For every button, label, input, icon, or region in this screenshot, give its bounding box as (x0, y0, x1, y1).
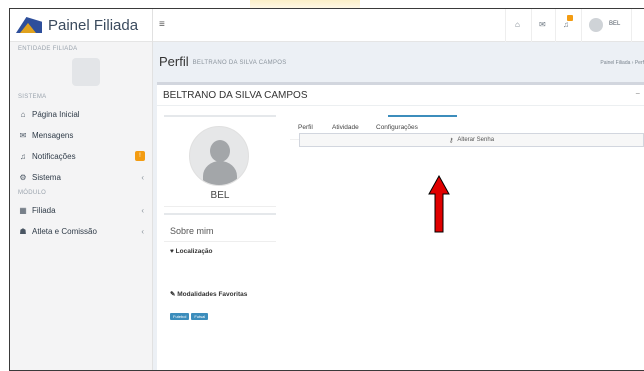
location-label-text: Localização (175, 248, 213, 255)
tag-futebol: Futebol (170, 313, 190, 320)
envelope-icon: ✉ (19, 131, 27, 140)
envelope-icon[interactable]: ✉ (539, 20, 546, 29)
map-marker-icon: ♥ (170, 248, 174, 255)
user-avatar[interactable] (589, 18, 603, 32)
topbar-separator (631, 9, 632, 42)
modalities-label: ✎ Modalidades Favoritas (170, 291, 270, 299)
sidebar-item-messages[interactable]: ✉ Mensagens (10, 125, 152, 146)
module-section-label: MÓDULO (18, 190, 47, 196)
chevron-left-icon: ‹ (141, 206, 144, 215)
sidebar: Painel Filiada ENTIDADE FILIADA SISTEMA … (10, 9, 153, 370)
notification-badge (567, 15, 573, 21)
app-window: Painel Filiada ENTIDADE FILIADA SISTEMA … (9, 8, 644, 371)
building-icon: ▦ (19, 206, 27, 215)
collapse-icon[interactable]: − (635, 89, 640, 98)
change-password-label: Alterar Senha (457, 137, 495, 143)
logo-bar[interactable]: Painel Filiada (10, 9, 152, 42)
top-highlight (250, 0, 360, 8)
key-icon: ⚷ (448, 137, 454, 144)
top-navbar: ≡ ⌂ ✉ ♫ BEL (153, 9, 644, 42)
home-icon[interactable]: ⌂ (515, 20, 520, 29)
sidebar-item-label: Atleta e Comissão (32, 227, 97, 236)
notification-badge: ! (135, 151, 145, 161)
divider (164, 241, 276, 242)
home-icon: ⌂ (20, 110, 26, 119)
breadcrumb[interactable]: Painel Filiada › Perf (600, 60, 644, 66)
tab-perfil[interactable]: Perfil (298, 124, 313, 131)
page-title-text: Perfil (159, 54, 189, 69)
topbar-separator (505, 9, 506, 42)
app-title: Painel Filiada (48, 16, 139, 34)
bell-icon: ♫ (20, 152, 26, 161)
profile-avatar (189, 126, 249, 186)
page-subtitle: BELTRANO DA SILVA CAMPOS (192, 59, 287, 66)
about-card: Sobre mim ♥ Localização ✎ Modalidades Fa… (164, 213, 276, 333)
modalities-label-text: Modalidades Favoritas (177, 291, 248, 298)
active-tab-indicator (388, 115, 457, 117)
profile-name: BEL (210, 190, 230, 201)
sidebar-item-system[interactable]: ⚙ Sistema ‹ (10, 167, 152, 188)
users-icon: ☗ (19, 227, 27, 236)
sidebar-item-athletes[interactable]: ☗ Atleta e Comissão ‹ (10, 221, 152, 242)
sidebar-item-label: Sistema (32, 173, 61, 182)
chevron-left-icon: ‹ (141, 227, 144, 236)
entity-section-label: ENTIDADE FILIADA (18, 46, 78, 52)
entity-logo (72, 58, 100, 86)
location-label: ♥ Localização (170, 248, 213, 255)
sidebar-item-notifications[interactable]: ♫ Notificações ! (10, 146, 152, 167)
modality-tags: Futebol Futsal (170, 313, 209, 320)
tab-atividade[interactable]: Atividade (332, 124, 359, 131)
brand-logo-icon (16, 15, 42, 35)
sidebar-item-label: Mensagens (32, 131, 74, 140)
topbar-separator (531, 9, 532, 42)
sidebar-item-home[interactable]: ⌂ Página Inicial (10, 104, 152, 125)
about-title: Sobre mim (170, 226, 214, 236)
change-password-button[interactable]: ⚷ Alterar Senha (299, 133, 644, 147)
profile-box: BELTRANO DA SILVA CAMPOS − BEL Sobre mim… (157, 82, 644, 370)
topbar-separator (581, 9, 582, 42)
sidebar-item-label: Página Inicial (32, 110, 80, 119)
sidebar-item-filiada[interactable]: ▦ Filiada ‹ (10, 200, 152, 221)
tag-futsal: Futsal (191, 313, 209, 320)
topbar-separator (555, 9, 556, 42)
bell-icon[interactable]: ♫ (563, 20, 569, 29)
system-section-label: SISTEMA (18, 94, 47, 100)
profile-card: BEL (164, 115, 276, 207)
red-arrow-annotation (428, 175, 450, 233)
sidebar-item-label: Notificações (32, 152, 76, 161)
content-area: Perfil BELTRANO DA SILVA CAMPOS Painel Fi… (153, 42, 644, 370)
user-name[interactable]: BEL (609, 21, 620, 27)
chevron-left-icon: ‹ (141, 173, 144, 182)
box-header: BELTRANO DA SILVA CAMPOS (157, 85, 644, 106)
pencil-icon: ✎ (170, 291, 176, 298)
page-title: Perfil BELTRANO DA SILVA CAMPOS (159, 54, 287, 69)
menu-toggle-icon[interactable]: ≡ (159, 19, 165, 30)
cogs-icon: ⚙ (19, 173, 27, 182)
sidebar-item-label: Filiada (32, 206, 56, 215)
tab-configuracoes[interactable]: Configurações (376, 124, 418, 131)
